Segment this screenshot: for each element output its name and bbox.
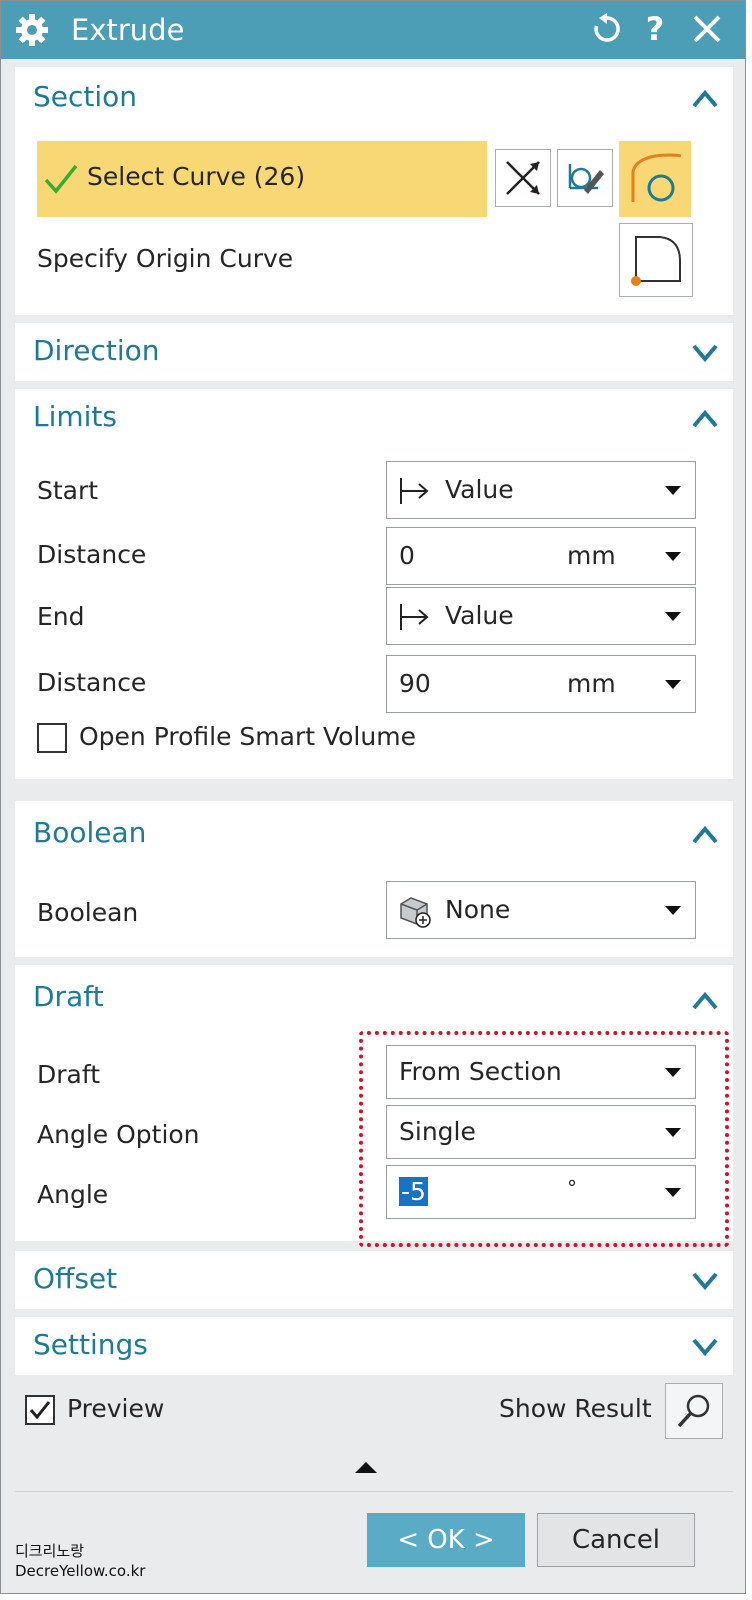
chevron-up-icon[interactable] <box>691 405 719 433</box>
draft-label: Draft <box>37 1060 101 1089</box>
boolean-title: Boolean <box>33 816 147 849</box>
reverse-direction-button[interactable] <box>495 149 551 207</box>
value-limit-icon <box>400 478 429 504</box>
open-profile-checkbox[interactable] <box>37 723 67 753</box>
watermark-line-1: 디크리노랑 <box>15 1542 85 1560</box>
end-label: End <box>37 602 85 631</box>
settings-title: Settings <box>33 1328 148 1361</box>
watermark: 디크리노랑 DecreYellow.co.kr <box>15 1541 145 1581</box>
dropdown-arrow-icon[interactable] <box>665 552 681 561</box>
direction-header[interactable]: Direction <box>15 323 733 381</box>
offset-panel: Offset <box>15 1251 733 1309</box>
dropdown-arrow-icon[interactable] <box>665 680 681 689</box>
show-result-label: Show Result <box>499 1394 652 1423</box>
chevron-up-icon[interactable] <box>691 987 719 1015</box>
start-select[interactable]: Value <box>386 461 696 519</box>
checkmark-icon <box>44 164 78 194</box>
cross-arrows-icon <box>506 161 540 195</box>
extrude-dialog: Extrude ? Section Select Curve (26) Spec… <box>0 0 746 1594</box>
specify-origin-label: Specify Origin Curve <box>37 244 294 273</box>
end-select[interactable]: Value <box>386 587 696 645</box>
curve-circle-icon <box>631 153 682 202</box>
open-profile-label: Open Profile Smart Volume <box>79 722 416 751</box>
offset-header[interactable]: Offset <box>15 1251 733 1309</box>
preview-label: Preview <box>67 1394 165 1423</box>
angle-option-label: Angle Option <box>37 1120 200 1149</box>
boolean-panel: Boolean Boolean None <box>15 801 733 957</box>
limits-header[interactable]: Limits <box>15 389 733 451</box>
start-distance-input[interactable]: 0 mm <box>386 527 696 585</box>
magnifier-icon <box>677 1394 710 1428</box>
chevron-up-icon[interactable] <box>691 821 719 849</box>
boolean-header[interactable]: Boolean <box>15 801 733 863</box>
section-header[interactable]: Section <box>15 67 733 129</box>
start-distance-label: Distance <box>37 540 147 569</box>
watermark-line-2: DecreYellow.co.kr <box>15 1562 146 1580</box>
settings-header[interactable]: Settings <box>15 1317 733 1375</box>
reset-button[interactable] <box>587 9 627 49</box>
specify-origin-button[interactable] <box>619 223 693 297</box>
chevron-up-icon[interactable] <box>691 85 719 113</box>
end-distance-label: Distance <box>37 668 147 697</box>
start-distance-unit: mm <box>567 541 616 570</box>
close-button[interactable] <box>687 9 727 49</box>
ok-button[interactable]: < OK > <box>367 1513 525 1567</box>
boolean-select[interactable]: None <box>386 881 696 939</box>
sketch-section-button[interactable] <box>557 149 613 207</box>
start-select-value: Value <box>445 475 514 504</box>
help-button[interactable]: ? <box>635 9 675 49</box>
chevron-down-icon[interactable] <box>691 1333 719 1361</box>
draft-title: Draft <box>33 980 104 1013</box>
chevron-down-icon[interactable] <box>691 339 719 367</box>
cancel-button[interactable]: Cancel <box>537 1513 695 1567</box>
start-distance-value: 0 <box>399 541 415 570</box>
annotation-highlight-box <box>359 1031 729 1247</box>
sketch-pencil-icon <box>568 164 604 194</box>
end-distance-unit: mm <box>567 669 616 698</box>
section-title: Section <box>33 80 138 113</box>
limits-title: Limits <box>33 400 117 433</box>
end-distance-value: 90 <box>399 669 431 698</box>
value-limit-icon <box>400 604 429 630</box>
angle-label: Angle <box>37 1180 109 1209</box>
settings-panel: Settings <box>15 1317 733 1375</box>
dropdown-arrow-icon[interactable] <box>665 486 681 495</box>
curve-selection-button[interactable] <box>619 141 691 217</box>
end-distance-input[interactable]: 90 mm <box>386 655 696 713</box>
draft-header[interactable]: Draft <box>15 965 733 1027</box>
end-select-value: Value <box>445 601 514 630</box>
dropdown-arrow-icon[interactable] <box>665 906 681 915</box>
offset-title: Offset <box>33 1262 118 1295</box>
show-result-button[interactable] <box>665 1383 723 1439</box>
expand-arrow-icon[interactable] <box>355 1461 377 1475</box>
boolean-select-value: None <box>445 895 511 924</box>
limits-panel: Limits Start Value Distance 0 mm End Val… <box>15 389 733 779</box>
boolean-label: Boolean <box>37 898 139 927</box>
checkbox-check-icon <box>29 1401 51 1420</box>
start-label: Start <box>37 476 99 505</box>
dialog-title: Extrude <box>71 13 185 47</box>
gear-icon[interactable] <box>15 13 49 47</box>
preview-checkbox[interactable] <box>25 1395 55 1425</box>
title-bar: Extrude ? <box>1 1 745 59</box>
dropdown-arrow-icon[interactable] <box>665 612 681 621</box>
footer-divider <box>15 1491 733 1492</box>
boolean-none-icon <box>400 897 431 928</box>
section-panel: Section Select Curve (26) Specify Origin… <box>15 67 733 315</box>
direction-title: Direction <box>33 334 160 367</box>
select-curve-label: Select Curve (26) <box>87 162 306 191</box>
select-curve-row[interactable]: Select Curve (26) <box>37 141 487 217</box>
origin-curve-icon <box>631 236 681 286</box>
close-icon <box>693 15 721 43</box>
chevron-down-icon[interactable] <box>691 1267 719 1295</box>
reset-icon <box>594 13 620 42</box>
direction-panel: Direction <box>15 323 733 381</box>
